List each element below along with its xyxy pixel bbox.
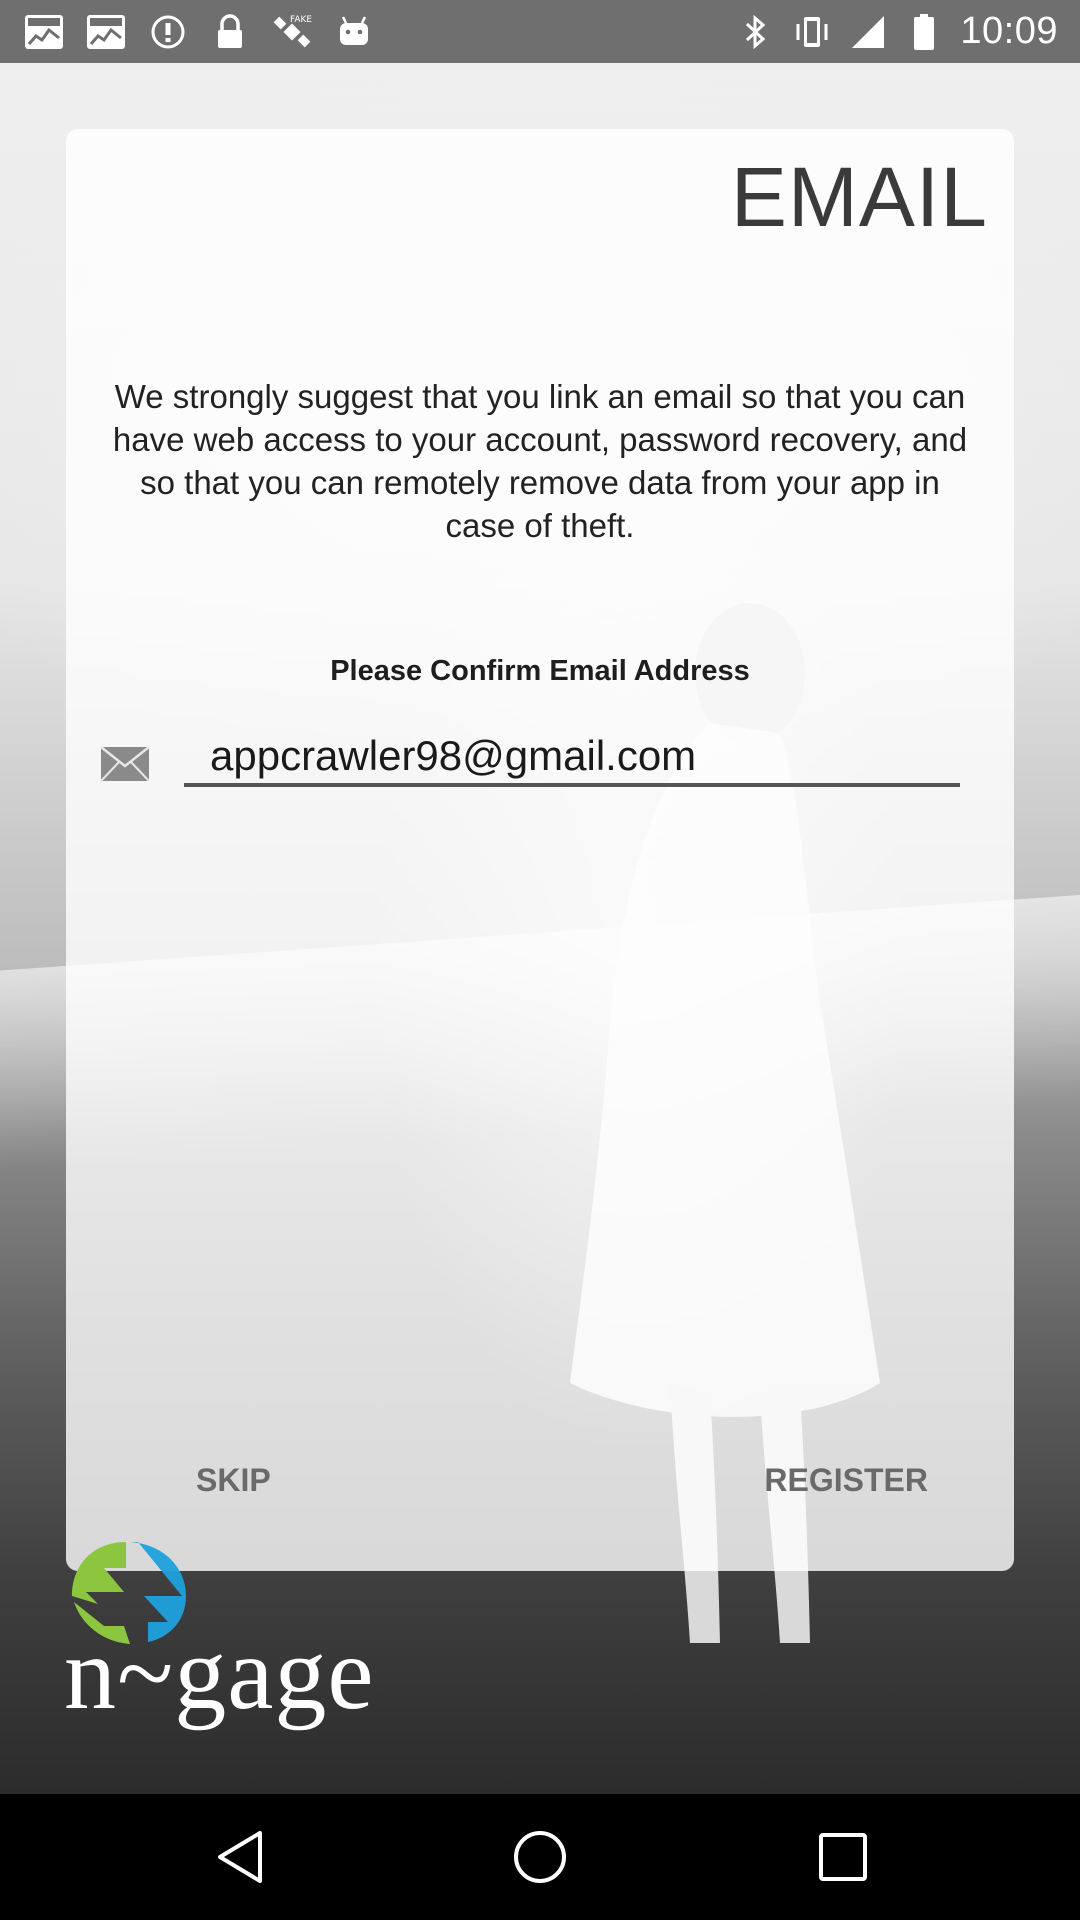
envelope-icon	[100, 746, 150, 782]
android-icon	[334, 13, 374, 51]
page-title: EMAIL	[730, 150, 988, 244]
status-bar: FAKE 10:09	[0, 0, 1080, 63]
status-bar-system: 10:09	[736, 10, 1058, 53]
market-icon	[24, 13, 64, 51]
vibrate-icon	[792, 13, 832, 51]
signal-icon	[848, 13, 888, 51]
back-icon[interactable]	[210, 1827, 270, 1887]
email-field[interactable]	[184, 729, 960, 787]
lock-icon	[210, 13, 250, 51]
email-card: EMAIL We strongly suggest that you link …	[66, 129, 1014, 1571]
home-icon[interactable]	[510, 1827, 570, 1887]
email-description: We strongly suggest that you link an ema…	[112, 378, 968, 544]
status-bar-notifications: FAKE	[24, 10, 374, 53]
battery-icon	[904, 13, 944, 51]
recents-icon[interactable]	[813, 1827, 873, 1887]
navigation-bar	[0, 1794, 1080, 1920]
info-icon	[148, 13, 188, 51]
skip-button[interactable]: SKIP	[196, 1462, 271, 1499]
confirm-email-label: Please Confirm Email Address	[330, 655, 750, 687]
svg-text:FAKE: FAKE	[290, 15, 312, 25]
logo-text: n~gage	[64, 1616, 375, 1731]
status-time: 10:09	[960, 10, 1058, 52]
satellite-icon: FAKE	[272, 13, 312, 51]
market-icon	[86, 13, 126, 51]
bluetooth-icon	[736, 13, 776, 51]
ngage-logo: n~gage	[64, 1534, 374, 1730]
register-button[interactable]: REGISTER	[764, 1462, 928, 1499]
